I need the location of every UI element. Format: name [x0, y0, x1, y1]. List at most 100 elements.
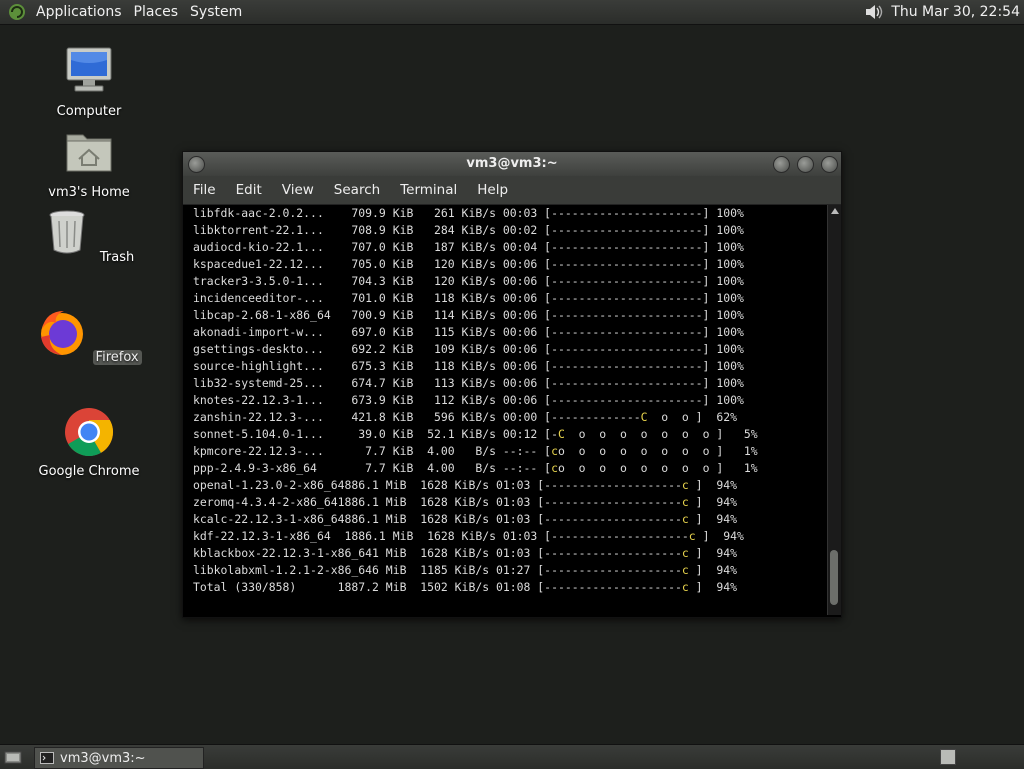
terminal-line: audiocd-kio-22.1... 707.0 KiB 187 KiB/s … [193, 240, 744, 254]
terminal-window[interactable]: vm3@vm3:~ File Edit View Search Terminal… [182, 151, 842, 618]
terminal-line: kblackbox-22.12.3-1-x86_641 MiB 1628 KiB… [183, 545, 827, 562]
desktop-icon-label: Firefox [92, 350, 142, 365]
line-text: ] 94% [695, 529, 744, 543]
terminal-line: libkolabxml-1.2.1-2-x86_646 MiB 1185 KiB… [183, 562, 827, 579]
terminal-line: gsettings-deskto... 692.2 KiB 109 KiB/s … [193, 342, 744, 356]
terminal-line: kpmcore-22.12.3-... 7.7 KiB 4.00 B/s --:… [183, 443, 827, 460]
line-text: ppp-2.4.9-3-x86_64 7.7 KiB 4.00 B/s --:-… [193, 461, 552, 475]
terminal-line: ppp-2.4.9-3-x86_64 7.7 KiB 4.00 B/s --:-… [183, 460, 827, 477]
line-text: ] 94% [688, 495, 737, 509]
terminal-line: zanshin-22.12.3-... 421.8 KiB 596 KiB/s … [183, 409, 827, 426]
desktop-icon-label: Computer [56, 104, 122, 119]
clock[interactable]: Thu Mar 30, 22:54 [891, 4, 1024, 20]
scroll-thumb[interactable] [830, 550, 838, 605]
terminal-line: source-highlight... 675.3 KiB 118 KiB/s … [193, 359, 744, 373]
terminal-line: Total (330/858) 1887.2 MiB 1502 KiB/s 01… [183, 579, 827, 596]
pacman-progress-glyph: c [681, 495, 689, 509]
pacman-progress-glyph: c [681, 478, 689, 492]
taskbar-label: vm3@vm3:~ [60, 750, 146, 766]
line-text: ] 94% [688, 546, 737, 560]
pacman-progress-glyph: c [681, 563, 689, 577]
home-folder-icon [66, 134, 112, 172]
system-menu[interactable]: System [186, 0, 250, 24]
firefox-icon [41, 311, 84, 355]
line-text: o o o o o o o o ] 1% [557, 444, 758, 458]
workspace-switcher[interactable] [940, 749, 956, 765]
menu-terminal[interactable]: Terminal [390, 182, 467, 198]
line-text: o o o o o o o ] 5% [564, 427, 758, 441]
line-text: libkolabxml-1.2.1-2-x86_646 MiB 1185 KiB… [193, 563, 682, 577]
terminal-icon [40, 752, 54, 764]
desktop-icon-label: Trash [99, 250, 135, 265]
terminal-line: openal-1.23.0-2-x86_64886.1 MiB 1628 KiB… [183, 477, 827, 494]
close-button[interactable] [821, 156, 838, 173]
menu-file[interactable]: File [183, 182, 226, 198]
show-desktop-icon[interactable] [4, 748, 22, 766]
terminal-line: knotes-22.12.3-1... 673.9 KiB 112 KiB/s … [193, 393, 744, 407]
line-text: sonnet-5.104.0-1... 39.0 KiB 52.1 KiB/s … [193, 427, 558, 441]
line-text: o o ] 62% [647, 410, 738, 424]
line-text: zanshin-22.12.3-... 421.8 KiB 596 KiB/s … [193, 410, 641, 424]
line-text: o o o o o o o o ] 1% [557, 461, 758, 475]
volume-icon[interactable] [863, 2, 885, 22]
line-text: openal-1.23.0-2-x86_64886.1 MiB 1628 KiB… [193, 478, 682, 492]
places-menu[interactable]: Places [130, 0, 187, 24]
pacman-progress-glyph: c [681, 546, 689, 560]
window-title: vm3@vm3:~ [466, 156, 558, 171]
pacman-progress-glyph: C [557, 427, 565, 441]
line-text: kcalc-22.12.3-1-x86_64886.1 MiB 1628 KiB… [193, 512, 682, 526]
terminal-line: lib32-systemd-25... 674.7 KiB 113 KiB/s … [193, 376, 744, 390]
pacman-progress-glyph: c [551, 461, 558, 475]
line-text: kdf-22.12.3-1-x86_64 1886.1 MiB 1628 KiB… [193, 529, 689, 543]
desktop-icon-label: vm3's Home [48, 185, 130, 200]
menu-help[interactable]: Help [467, 182, 518, 198]
applications-menu[interactable]: Applications [32, 0, 130, 24]
minimize-button[interactable] [773, 156, 790, 173]
menu-view[interactable]: View [272, 182, 324, 198]
scroll-up-arrow-icon[interactable] [831, 208, 839, 214]
terminal-line: zeromq-4.3.4-2-x86_641886.1 MiB 1628 KiB… [183, 494, 827, 511]
terminal-line: akonadi-import-w... 697.0 KiB 115 KiB/s … [193, 325, 744, 339]
line-text: Total (330/858) 1887.2 MiB 1502 KiB/s 01… [193, 580, 682, 594]
line-text: ] 94% [688, 580, 737, 594]
terminal-line: libktorrent-22.1... 708.9 KiB 284 KiB/s … [193, 223, 744, 237]
line-text: ] 94% [688, 478, 737, 492]
maximize-button[interactable] [797, 156, 814, 173]
top-panel: Applications Places System Thu Mar 30, 2… [0, 0, 1024, 25]
desktop-icon-firefox[interactable]: Firefox [34, 307, 144, 365]
pacman-progress-glyph: c [681, 580, 689, 594]
terminal-line: kdf-22.12.3-1-x86_64 1886.1 MiB 1628 KiB… [183, 528, 827, 545]
terminal-scrollbar[interactable] [827, 205, 841, 615]
pacman-progress-glyph: c [551, 444, 558, 458]
desktop-icon-trash[interactable]: Trash [34, 207, 144, 265]
terminal-line: libfdk-aac-2.0.2... 709.9 KiB 261 KiB/s … [193, 206, 744, 220]
distro-logo-icon[interactable] [8, 3, 26, 21]
terminal-line: kcalc-22.12.3-1-x86_64886.1 MiB 1628 KiB… [183, 511, 827, 528]
line-text: kblackbox-22.12.3-1-x86_641 MiB 1628 KiB… [193, 546, 682, 560]
line-text: kpmcore-22.12.3-... 7.7 KiB 4.00 B/s --:… [193, 444, 552, 458]
pacman-progress-glyph: c [681, 512, 689, 526]
line-text: ] 94% [688, 512, 737, 526]
desktop-icon-home[interactable]: vm3's Home [34, 127, 144, 200]
terminal-line: libcap-2.68-1-x86_64 700.9 KiB 114 KiB/s… [193, 308, 744, 322]
chrome-icon [65, 408, 114, 457]
desktop-icon-label: Google Chrome [38, 464, 140, 479]
terminal-line: tracker3-3.5.0-1... 704.3 KiB 120 KiB/s … [193, 274, 744, 288]
terminal-output[interactable]: libfdk-aac-2.0.2... 709.9 KiB 261 KiB/s … [183, 205, 827, 615]
pacman-progress-glyph: c [688, 529, 696, 543]
window-menu-icon[interactable] [188, 156, 205, 173]
menu-edit[interactable]: Edit [226, 182, 272, 198]
menu-search[interactable]: Search [324, 182, 390, 198]
trash-icon [49, 210, 85, 254]
desktop-icon-chrome[interactable]: Google Chrome [34, 406, 144, 479]
terminal-menubar: File Edit View Search Terminal Help [183, 176, 841, 205]
window-titlebar[interactable]: vm3@vm3:~ [183, 152, 841, 176]
computer-icon [66, 47, 112, 92]
line-text: ] 94% [688, 563, 737, 577]
taskbar-terminal-button[interactable]: vm3@vm3:~ [34, 747, 204, 769]
terminal-line: sonnet-5.104.0-1... 39.0 KiB 52.1 KiB/s … [183, 426, 827, 443]
bottom-panel: vm3@vm3:~ [0, 744, 1024, 769]
terminal-line: incidenceeditor-... 701.0 KiB 118 KiB/s … [193, 291, 744, 305]
desktop-icon-computer[interactable]: Computer [34, 46, 144, 119]
terminal-line: kspacedue1-22.12... 705.0 KiB 120 KiB/s … [193, 257, 744, 271]
